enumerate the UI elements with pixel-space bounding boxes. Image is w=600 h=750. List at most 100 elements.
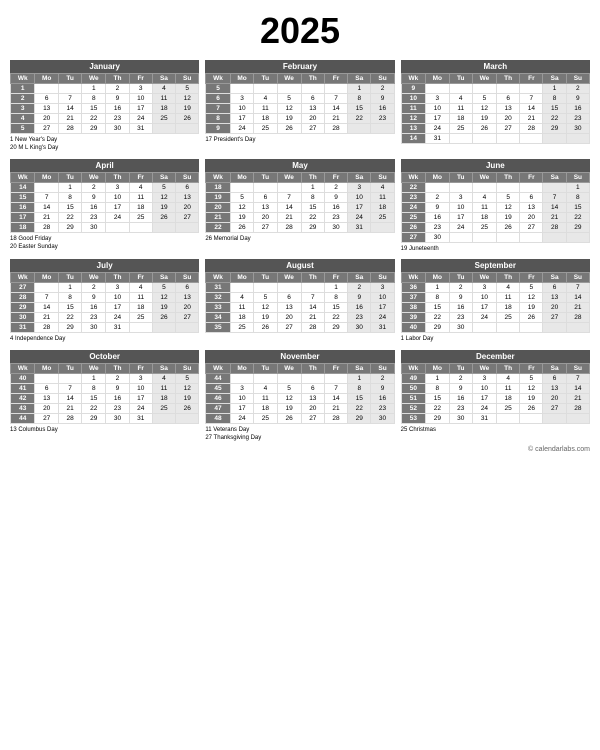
day-cell: 12 [520,383,543,393]
holidays: 26 Memorial Day [205,233,394,243]
week-number: 40 [401,323,425,333]
week-number: 23 [401,192,425,202]
table-row: 4012345 [11,373,199,383]
sunday-cell: 28 [566,403,589,413]
day-cell: 24 [106,212,129,222]
saturday-cell: 11 [152,383,175,393]
day-cell: 11 [472,202,496,212]
week-number: 28 [11,293,35,303]
day-cell: 18 [129,303,152,313]
day-cell [449,84,472,94]
day-cell: 24 [106,313,129,323]
day-cell: 31 [426,134,450,144]
table-row: 26789101112 [11,94,199,104]
sunday-cell: 2 [566,84,589,94]
day-cell: 30 [449,413,472,423]
saturday-cell: 15 [543,104,566,114]
col-header-sa: Sa [543,273,566,283]
table-row: 3815161718192021 [401,303,589,313]
week-number: 26 [401,222,425,232]
sunday-cell: 13 [176,192,199,202]
day-cell: 14 [301,303,324,313]
day-cell: 2 [426,192,450,202]
day-cell: 28 [324,413,347,423]
saturday-cell: 19 [152,303,175,313]
table-row: 1110111213141516 [401,104,589,114]
day-cell: 12 [277,104,301,114]
day-cell: 27 [35,124,59,134]
day-cell: 13 [35,393,59,403]
day-cell [58,373,81,383]
col-header-sa: Sa [348,172,371,182]
col-header-sa: Sa [152,363,175,373]
day-cell: 23 [82,313,106,323]
week-number: 38 [401,303,425,313]
col-header-su: Su [371,363,394,373]
col-header-tu: Tu [254,172,277,182]
day-cell: 29 [324,323,347,333]
col-header-wk: Wk [11,273,35,283]
saturday-cell [543,134,566,144]
day-cell: 18 [497,303,520,313]
sunday-cell: 22 [566,212,589,222]
saturday-cell: 29 [543,124,566,134]
sunday-cell [176,222,199,232]
day-cell: 12 [254,303,277,313]
table-row: 2119202122232425 [206,212,394,222]
day-cell: 5 [254,293,277,303]
sunday-cell [176,124,199,134]
day-cell: 11 [129,293,152,303]
saturday-cell: 23 [348,313,371,323]
day-cell: 8 [301,192,324,202]
col-header-mo: Mo [426,172,450,182]
day-cell: 16 [449,303,472,313]
day-cell: 4 [449,94,472,104]
sunday-cell: 9 [371,94,394,104]
day-cell: 7 [301,293,324,303]
week-number: 39 [401,313,425,323]
table-row: 27123456 [11,283,199,293]
table-row: 1614151617181920 [11,202,199,212]
day-cell: 21 [58,403,81,413]
day-cell: 21 [301,313,324,323]
day-cell: 21 [324,403,347,413]
col-header-mo: Mo [35,363,59,373]
col-header-th: Th [301,74,324,84]
day-cell: 15 [426,393,450,403]
table-row: 249101112131415 [401,202,589,212]
sunday-cell: 2 [371,373,394,383]
saturday-cell: 2 [348,283,371,293]
day-cell: 16 [426,212,450,222]
holiday-item: 17 President's Day [205,136,394,144]
week-number: 14 [401,134,425,144]
saturday-cell: 24 [348,212,371,222]
day-cell [35,373,59,383]
day-cell: 2 [106,373,129,383]
month-july: JulyWkMoTuWeThFrSaSu27123456287891011121… [10,259,199,343]
table-row: 5115161718192021 [401,393,589,403]
day-cell: 30 [324,222,347,232]
day-cell: 9 [449,383,472,393]
table-row: 52728293031 [11,124,199,134]
col-header-th: Th [106,363,129,373]
sunday-cell: 16 [371,104,394,114]
day-cell: 14 [35,303,59,313]
day-cell: 29 [82,413,106,423]
sunday-cell: 2 [371,84,394,94]
day-cell: 11 [129,192,152,202]
saturday-cell: 26 [152,212,175,222]
day-cell: 22 [82,114,106,124]
month-november: NovemberWkMoTuWeThFrSaSu4412453456789461… [205,350,394,443]
day-cell: 24 [426,124,450,134]
table-row: 1431 [401,134,589,144]
table-row: 4412 [206,373,394,383]
day-cell: 31 [129,124,152,134]
day-cell [35,182,59,192]
day-cell: 2 [449,373,472,383]
day-cell: 31 [129,413,152,423]
col-header-su: Su [176,172,199,182]
holidays: 19 Juneteenth [401,243,590,253]
week-number: 48 [206,413,230,423]
day-cell: 29 [301,222,324,232]
day-cell: 3 [426,94,450,104]
